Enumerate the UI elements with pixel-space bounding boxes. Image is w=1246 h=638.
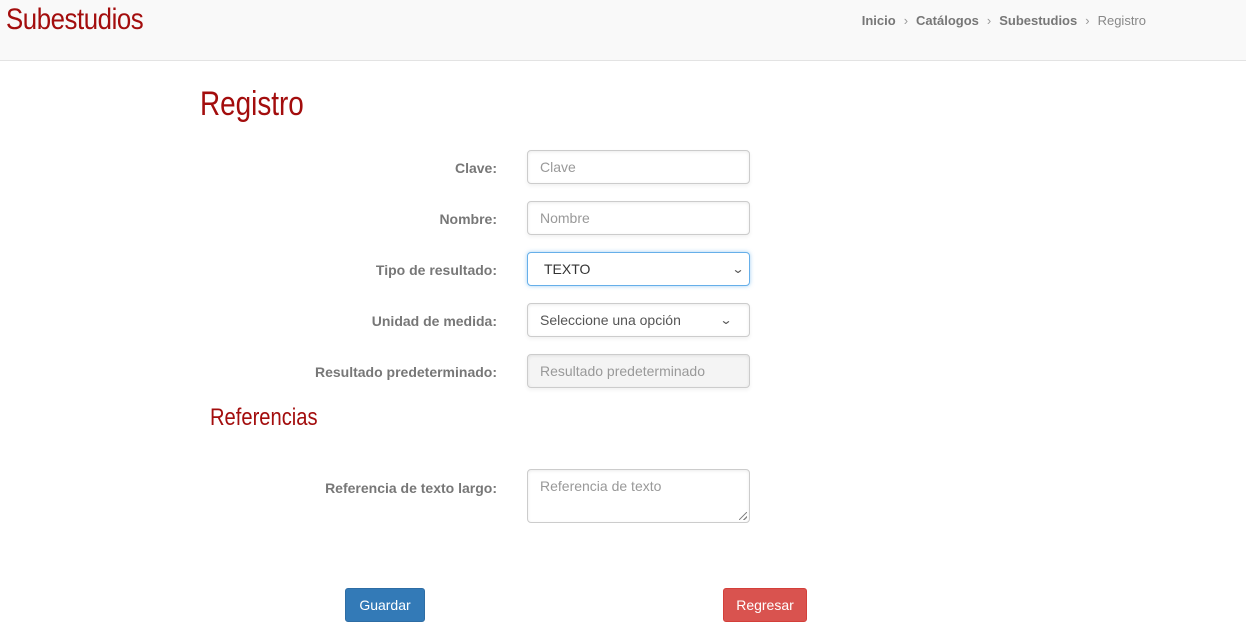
breadcrumb-chevron-icon: › (986, 13, 992, 28)
tipo-resultado-value: TEXTO (544, 261, 591, 277)
breadcrumb: Inicio › Catálogos › Subestudios › Regis… (862, 13, 1146, 28)
breadcrumb-chevron-icon: › (1085, 13, 1090, 28)
breadcrumb-subestudios[interactable]: Subestudios (999, 13, 1077, 28)
tipo-resultado-select[interactable]: TEXTO ⌄ (527, 252, 750, 286)
page-title: Registro (200, 85, 304, 123)
referencia-texto-largo-label: Referencia de texto largo: (325, 480, 497, 496)
unidad-medida-label: Unidad de medida: (371, 313, 497, 329)
chevron-down-icon: ⌄ (719, 313, 733, 327)
app-title: Subestudios (6, 3, 144, 36)
referencia-texto-placeholder: Referencia de texto (540, 478, 662, 494)
breadcrumb-inicio[interactable]: Inicio (862, 13, 896, 28)
clave-label: Clave: (454, 160, 497, 176)
resize-handle-icon[interactable] (739, 512, 747, 520)
nombre-input[interactable] (527, 201, 750, 235)
tipo-resultado-label: Tipo de resultado: (375, 262, 497, 278)
referencia-texto-textarea[interactable]: Referencia de texto (527, 469, 750, 523)
clave-input[interactable] (527, 150, 750, 184)
resultado-predeterminado-label: Resultado predeterminado: (314, 364, 497, 380)
chevron-down-icon: ⌄ (731, 262, 745, 276)
unidad-medida-value: Seleccione una opción (540, 312, 681, 328)
back-button[interactable]: Regresar (723, 588, 807, 622)
unidad-medida-select[interactable]: Seleccione una opción ⌄ (527, 303, 750, 337)
referencias-title: Referencias (210, 404, 318, 431)
breadcrumb-registro: Registro (1097, 13, 1146, 28)
breadcrumb-catalogos[interactable]: Catálogos (916, 13, 979, 28)
nombre-label: Nombre: (439, 211, 497, 227)
top-bar: Subestudios Inicio › Catálogos › Subestu… (0, 0, 1246, 61)
resultado-predeterminado-input[interactable] (527, 354, 750, 388)
save-button[interactable]: Guardar (345, 588, 425, 622)
breadcrumb-chevron-icon: › (903, 13, 909, 28)
